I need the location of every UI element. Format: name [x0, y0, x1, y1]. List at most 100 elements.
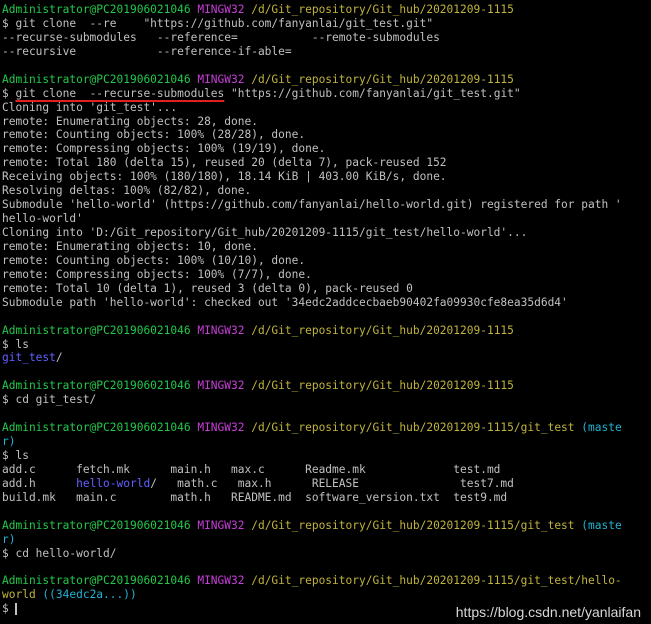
terminal-line: git_test/	[2, 351, 649, 365]
terminal-line: add.h hello-world/ math.c max.h RELEASE …	[2, 477, 649, 491]
terminal-output[interactable]: Administrator@PC201906021046 MINGW32 /d/…	[2, 3, 649, 616]
terminal-text: add.h	[2, 476, 77, 490]
terminal-text: ((34edc2a...))	[42, 588, 137, 602]
terminal-text: Cloning into 'D:/Git_repository/Git_hub/…	[2, 226, 528, 239]
terminal-text: Administrator@PC201906021046	[2, 72, 198, 86]
terminal-text: remote: Total 180 (delta 15), reused 20 …	[2, 156, 447, 170]
terminal-text: /d/Git_repository/Git_hub/20201209-1115/…	[251, 518, 582, 532]
terminal-text: world	[2, 588, 43, 602]
terminal-line: --recurse-submodules --reference= --remo…	[2, 31, 649, 45]
terminal-text: MINGW32	[197, 518, 252, 532]
terminal-text: remote: Total 10 (delta 1), reused 3 (de…	[2, 281, 413, 295]
terminal-line: world ((34edc2a...))	[2, 588, 649, 602]
terminal-line: $ git clone --recurse-submodules "https:…	[2, 87, 649, 101]
terminal-text: /	[55, 351, 63, 365]
terminal-line: Administrator@PC201906021046 MINGW32 /d/…	[2, 574, 649, 588]
terminal-text: Administrator@PC201906021046	[2, 379, 198, 393]
terminal-text: $ ls	[2, 337, 29, 351]
terminal-line: remote: Compressing objects: 100% (7/7),…	[2, 268, 649, 282]
terminal-line: Submodule path 'hello-world': checked ou…	[2, 296, 649, 310]
terminal-text: /d/Git_repository/Git_hub/20201209-1115	[251, 72, 514, 86]
terminal-text: $ git clone --re "https://github.com/fan…	[2, 16, 434, 30]
terminal-line: $ cd git_test/	[2, 393, 649, 407]
terminal-text: hello-world	[76, 476, 151, 490]
terminal-text: remote: Compressing objects: 100% (7/7),…	[2, 267, 312, 281]
terminal-text: remote: Counting objects: 100% (28/28), …	[2, 128, 306, 142]
terminal-text: /d/Git_repository/Git_hub/20201209-1115/…	[251, 574, 622, 588]
terminal-line: $ git clone --re "https://github.com/fan…	[2, 17, 649, 31]
terminal-text: r)	[2, 532, 16, 546]
terminal-text: (maste	[581, 421, 622, 435]
terminal-text: Administrator@PC201906021046	[2, 323, 198, 337]
terminal-line: Administrator@PC201906021046 MINGW32 /d/…	[2, 519, 649, 533]
terminal-text: remote: Counting objects: 100% (10/10), …	[2, 253, 306, 267]
terminal-text: MINGW32	[197, 72, 252, 86]
terminal-line: Administrator@PC201906021046 MINGW32 /d/…	[2, 421, 649, 435]
cursor	[15, 603, 18, 616]
terminal-text: git_test	[2, 351, 56, 365]
terminal-text: MINGW32	[197, 379, 252, 393]
terminal-line: remote: Enumerating objects: 10, done.	[2, 240, 649, 254]
terminal-line: hello-world'	[2, 212, 649, 226]
terminal-line: $ ls	[2, 449, 649, 463]
terminal-text: remote: Enumerating objects: 10, done.	[2, 239, 258, 253]
terminal-text: /d/Git_repository/Git_hub/20201209-1115	[251, 323, 514, 337]
terminal-text: Administrator@PC201906021046	[2, 518, 198, 532]
terminal-text: --recursive --reference-if-able=	[2, 44, 292, 58]
watermark: https://blog.csdn.net/yanlaifan	[455, 604, 641, 620]
terminal-line: Receiving objects: 100% (180/180), 18.14…	[2, 170, 649, 184]
terminal-text: add.c fetch.mk main.h max.c Readme.mk te…	[2, 462, 501, 476]
terminal-text: /d/Git_repository/Git_hub/20201209-1115	[251, 3, 514, 16]
terminal-line: Administrator@PC201906021046 MINGW32 /d/…	[2, 73, 649, 87]
terminal-line: remote: Compressing objects: 100% (19/19…	[2, 142, 649, 156]
terminal-text: MINGW32	[197, 323, 252, 337]
terminal-line: Administrator@PC201906021046 MINGW32 /d/…	[2, 379, 649, 393]
terminal-text: $ ls	[2, 449, 29, 462]
terminal-line: remote: Total 180 (delta 15), reused 20 …	[2, 156, 649, 170]
terminal-text: $ cd git_test/	[2, 393, 97, 407]
terminal-text: r)	[2, 435, 16, 449]
terminal-text: remote: Enumerating objects: 28, done.	[2, 114, 258, 128]
terminal-line: build.mk main.c math.h README.md softwar…	[2, 491, 649, 505]
terminal-text: Resolving deltas: 100% (82/82), done.	[2, 184, 252, 198]
terminal-text: MINGW32	[197, 574, 252, 588]
terminal-text: MINGW32	[197, 421, 252, 435]
terminal-text: (maste	[581, 518, 622, 532]
terminal-line: Submodule 'hello-world' (https://github.…	[2, 198, 649, 212]
terminal-line: Administrator@PC201906021046 MINGW32 /d/…	[2, 324, 649, 338]
terminal-line: r)	[2, 533, 649, 547]
terminal-line: $ cd hello-world/	[2, 547, 649, 561]
terminal-text: remote: Compressing objects: 100% (19/19…	[2, 142, 326, 156]
underlined-command: git clone --recurse-submodules	[15, 86, 225, 100]
terminal-text: Submodule path 'hello-world': checked ou…	[2, 295, 568, 309]
terminal-line: Administrator@PC201906021046 MINGW32 /d/…	[2, 3, 649, 17]
terminal-text: build.mk main.c math.h README.md softwar…	[2, 490, 508, 504]
terminal-text: Cloning into 'git_test'...	[2, 100, 178, 114]
terminal-text: Submodule 'hello-world' (https://github.…	[2, 198, 622, 212]
terminal-line: remote: Total 10 (delta 1), reused 3 (de…	[2, 282, 649, 296]
terminal-line: remote: Enumerating objects: 28, done.	[2, 115, 649, 129]
terminal-line: $ ls	[2, 338, 649, 352]
terminal-text: "https://github.com/fanyanlai/git_test.g…	[224, 86, 521, 100]
terminal-text: /d/Git_repository/Git_hub/20201209-1115/…	[251, 421, 582, 435]
terminal-line: --recursive --reference-if-able=	[2, 45, 649, 59]
terminal-line: remote: Counting objects: 100% (10/10), …	[2, 254, 649, 268]
terminal-text: / math.c max.h RELEASE test7.md	[150, 476, 514, 490]
terminal-text: hello-world'	[2, 212, 83, 226]
terminal-line: Cloning into 'D:/Git_repository/Git_hub/…	[2, 226, 649, 240]
terminal-text: MINGW32	[197, 3, 252, 16]
terminal-text: Receiving objects: 100% (180/180), 18.14…	[2, 170, 447, 184]
terminal-line: remote: Counting objects: 100% (28/28), …	[2, 128, 649, 142]
terminal-line: Resolving deltas: 100% (82/82), done.	[2, 184, 649, 198]
terminal-line: add.c fetch.mk main.h max.c Readme.mk te…	[2, 463, 649, 477]
terminal-text: $	[2, 86, 16, 100]
terminal-text: Administrator@PC201906021046	[2, 421, 198, 435]
terminal-line: Cloning into 'git_test'...	[2, 101, 649, 115]
terminal-text: --recurse-submodules --reference= --remo…	[2, 30, 440, 44]
